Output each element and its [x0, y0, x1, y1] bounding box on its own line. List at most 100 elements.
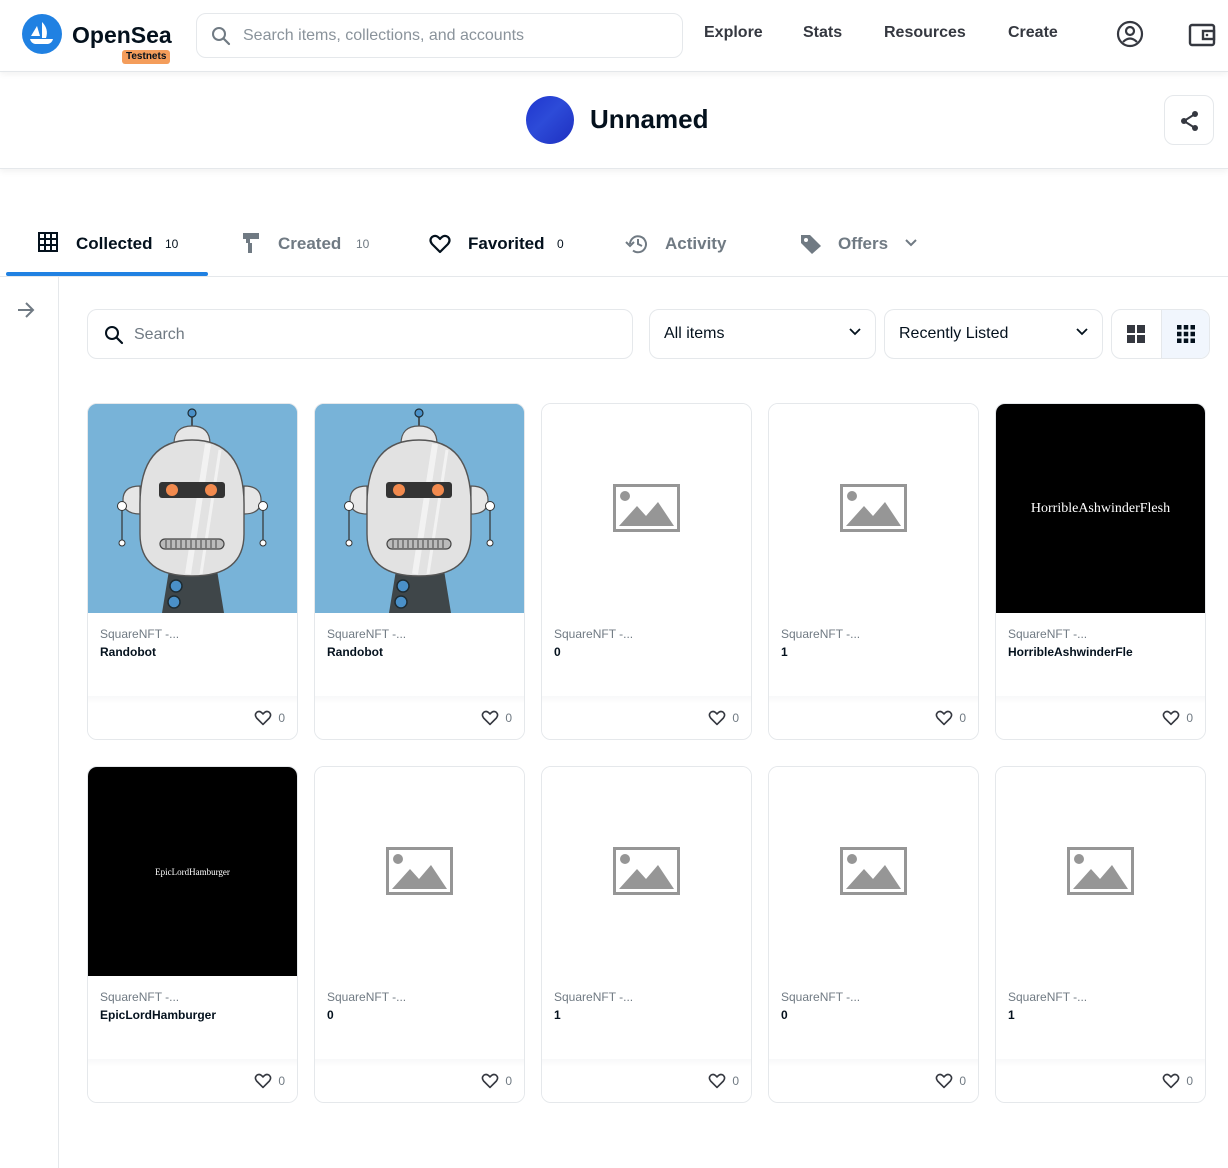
nft-card-footer: 0 — [996, 696, 1205, 739]
items-search — [87, 309, 633, 359]
nft-media[interactable] — [542, 767, 751, 976]
nft-media-text: EpicLordHamburger — [155, 866, 230, 877]
nft-card-footer: 0 — [88, 1059, 297, 1102]
share-icon — [1181, 111, 1198, 131]
like-button[interactable]: 0 — [481, 1073, 512, 1089]
nft-card-footer: 0 — [315, 696, 524, 739]
image-placeholder-icon — [840, 847, 907, 895]
nft-collection-name: SquareNFT -... — [1008, 627, 1088, 641]
like-count: 0 — [959, 1074, 966, 1088]
nft-title: EpicLordHamburger — [100, 1008, 217, 1022]
large-grid-button[interactable] — [1112, 310, 1161, 358]
like-button[interactable]: 0 — [1162, 1073, 1193, 1089]
wallet-icon[interactable] — [1188, 20, 1216, 48]
nft-media[interactable] — [996, 767, 1205, 976]
nft-card[interactable]: SquareNFT -... Randobot 0 — [314, 403, 525, 740]
nft-card-footer: 0 — [769, 696, 978, 739]
nft-card[interactable]: SquareNFT -... Randobot 0 — [87, 403, 298, 740]
paintbrush-icon — [243, 233, 259, 253]
heart-icon — [935, 710, 953, 726]
like-count: 0 — [732, 711, 739, 725]
nft-card[interactable]: SquareNFT -... 1 0 — [995, 766, 1206, 1103]
like-count: 0 — [505, 711, 512, 725]
like-button[interactable]: 0 — [481, 710, 512, 726]
nft-card[interactable]: SquareNFT -... 0 0 — [314, 766, 525, 1103]
tab-created-count: 10 — [356, 237, 370, 251]
nft-title: 1 — [781, 645, 788, 659]
nft-media[interactable] — [315, 404, 524, 613]
share-button[interactable] — [1164, 95, 1214, 145]
account-icon[interactable] — [1116, 20, 1144, 48]
nft-collection-name: SquareNFT -... — [327, 627, 407, 641]
nft-title: 0 — [554, 645, 561, 659]
heart-icon — [1162, 1073, 1180, 1089]
nft-card[interactable]: SquareNFT -... 0 0 — [768, 766, 979, 1103]
tab-collected-label: Collected — [76, 234, 153, 253]
nav-resources[interactable]: Resources — [884, 24, 966, 42]
like-count: 0 — [505, 1074, 512, 1088]
heart-icon — [481, 1073, 499, 1089]
like-button[interactable]: 0 — [935, 1073, 966, 1089]
image-placeholder-icon — [1067, 847, 1134, 895]
tab-offers-label: Offers — [838, 234, 889, 253]
items-search-input[interactable] — [134, 324, 614, 346]
large-grid-icon — [1127, 325, 1145, 343]
nft-title: 0 — [781, 1008, 788, 1022]
nav-create[interactable]: Create — [1008, 24, 1058, 42]
items-filter-select[interactable]: All items — [649, 309, 876, 359]
heart-icon — [708, 1073, 726, 1089]
arrow-right-icon[interactable] — [16, 301, 36, 319]
tab-favorited-count: 0 — [557, 237, 564, 251]
nft-card[interactable]: SquareNFT -... 0 0 — [541, 403, 752, 740]
view-toggle — [1111, 309, 1210, 359]
nav-stats[interactable]: Stats — [803, 24, 842, 42]
tab-collected[interactable]: Collected 10 — [6, 220, 208, 276]
sort-value: Recently Listed — [899, 325, 1009, 342]
grid-icon — [38, 232, 58, 252]
tab-favorited[interactable]: Favorited 0 — [420, 220, 580, 276]
like-button[interactable]: 0 — [935, 710, 966, 726]
heart-icon — [429, 234, 451, 254]
tab-created[interactable]: Created 10 — [230, 220, 390, 276]
nft-media[interactable] — [769, 404, 978, 613]
nft-media[interactable] — [315, 767, 524, 976]
tab-activity[interactable]: Activity — [620, 220, 750, 276]
small-grid-button[interactable] — [1161, 310, 1209, 358]
nft-media[interactable] — [542, 404, 751, 613]
like-button[interactable]: 0 — [708, 1073, 739, 1089]
like-button[interactable]: 0 — [254, 1073, 285, 1089]
like-button[interactable]: 0 — [1162, 710, 1193, 726]
sort-select[interactable]: Recently Listed — [884, 309, 1103, 359]
nft-collection-name: SquareNFT -... — [554, 990, 634, 1004]
tag-icon — [801, 235, 821, 254]
nft-card-footer: 0 — [769, 1059, 978, 1102]
brand-name[interactable]: OpenSea — [72, 22, 172, 49]
tab-offers[interactable]: Offers — [795, 220, 925, 276]
like-button[interactable]: 0 — [254, 710, 285, 726]
nft-title: 1 — [1008, 1008, 1015, 1022]
global-search-input[interactable] — [243, 25, 663, 47]
nft-media[interactable]: HorribleAshwinderFlesh — [996, 404, 1205, 613]
nft-title: HorribleAshwinderFlesh — [1008, 645, 1133, 659]
nft-collection-name: SquareNFT -... — [781, 990, 861, 1004]
chevron-down-icon — [1076, 328, 1088, 336]
like-button[interactable]: 0 — [708, 710, 739, 726]
nft-collection-name: SquareNFT -... — [781, 627, 861, 641]
like-count: 0 — [1186, 711, 1193, 725]
nft-card[interactable]: SquareNFT -... 1 0 — [768, 403, 979, 740]
heart-icon — [254, 710, 272, 726]
nft-card-footer: 0 — [88, 696, 297, 739]
nft-media[interactable] — [769, 767, 978, 976]
nav-explore[interactable]: Explore — [704, 24, 763, 42]
nft-card-footer: 0 — [542, 696, 751, 739]
nft-collection-name: SquareNFT -... — [554, 627, 634, 641]
tab-collected-count: 10 — [165, 237, 179, 251]
nft-card[interactable]: HorribleAshwinderFlesh SquareNFT -... Horr… — [995, 403, 1206, 740]
nft-media[interactable]: EpicLordHamburger — [88, 767, 297, 976]
nft-collection-name: SquareNFT -... — [327, 990, 407, 1004]
nft-card[interactable]: EpicLordHamburger SquareNFT -... EpicLordH… — [87, 766, 298, 1103]
opensea-logo-icon[interactable] — [22, 14, 62, 54]
nft-card[interactable]: SquareNFT -... 1 0 — [541, 766, 752, 1103]
heart-icon — [254, 1073, 272, 1089]
nft-media[interactable] — [88, 404, 297, 613]
